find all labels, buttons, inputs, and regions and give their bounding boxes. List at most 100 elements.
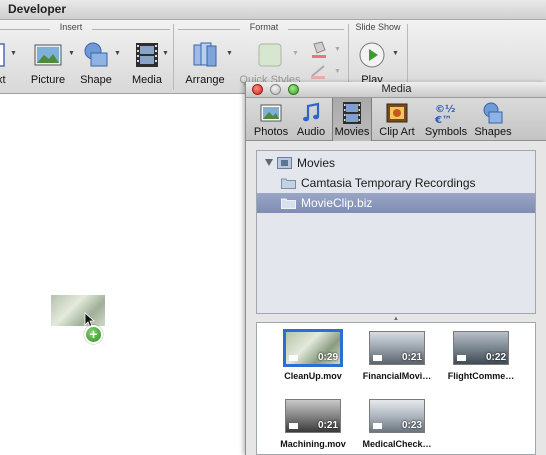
folder-icon bbox=[281, 198, 296, 209]
movie-tile-flight[interactable]: 0:22 FlightComme… bbox=[439, 327, 523, 393]
video-camera-icon bbox=[373, 355, 382, 361]
movie-name: CleanUp.mov bbox=[284, 371, 342, 381]
arrange-label: Arrange bbox=[185, 74, 225, 86]
chevron-down-icon[interactable]: ▼ bbox=[392, 50, 399, 57]
video-camera-icon bbox=[289, 355, 298, 361]
movie-name: MedicalCheck… bbox=[362, 439, 432, 449]
tab-audio[interactable]: Audio bbox=[292, 98, 330, 141]
movie-name: FinancialMovi… bbox=[362, 371, 432, 381]
movie-name: Machining.mov bbox=[280, 439, 346, 449]
tab-clip-art-label: Clip Art bbox=[379, 126, 415, 138]
tree-item-movieclip-biz[interactable]: MovieClip.biz bbox=[257, 193, 535, 213]
symbols-icon: ©½ €™ bbox=[434, 104, 455, 125]
tab-shapes-label: Shapes bbox=[474, 126, 512, 138]
picture-button[interactable]: Picture bbox=[26, 40, 70, 92]
media-button[interactable]: Media bbox=[124, 40, 170, 92]
movie-tile-financial[interactable]: 0:21 FinancialMovi… bbox=[355, 327, 439, 393]
photos-icon bbox=[260, 104, 282, 122]
tab-movies[interactable]: Movies bbox=[332, 98, 372, 141]
folder-icon bbox=[281, 178, 296, 189]
tree-item-movies-root[interactable]: Movies bbox=[257, 153, 535, 173]
play-icon bbox=[359, 42, 385, 68]
group-separator bbox=[173, 24, 174, 90]
media-label: Media bbox=[132, 74, 162, 86]
tab-photos-label: Photos bbox=[253, 126, 289, 138]
clip-art-icon bbox=[386, 103, 408, 123]
chevron-down-icon[interactable]: ▼ bbox=[334, 46, 341, 53]
quick-styles-icon bbox=[258, 43, 282, 67]
film-strip-icon bbox=[136, 43, 158, 67]
tab-symbols[interactable]: ©½ €™ Symbols bbox=[422, 98, 470, 141]
movie-thumbnail[interactable]: 0:23 bbox=[369, 399, 425, 433]
chevron-down-icon[interactable]: ▼ bbox=[334, 68, 341, 75]
movie-duration: 0:21 bbox=[317, 420, 338, 431]
movie-duration: 0:21 bbox=[401, 352, 422, 363]
arrange-icon bbox=[193, 42, 217, 67]
arrange-button[interactable]: Arrange bbox=[180, 40, 230, 92]
group-divider bbox=[0, 29, 50, 30]
picture-icon bbox=[34, 44, 62, 66]
music-note-icon bbox=[303, 102, 320, 122]
video-camera-icon bbox=[289, 423, 298, 429]
movie-tile-machining[interactable]: 0:21 Machining.mov bbox=[271, 395, 355, 455]
movie-thumbnail[interactable]: 0:29 bbox=[283, 329, 343, 367]
media-browser-panel: Media Photos Audio Movies Clip Art ©½ €™… bbox=[245, 82, 546, 455]
text-box-button[interactable]: xt bbox=[0, 40, 14, 92]
movies-grid[interactable]: 0:29 CleanUp.mov 0:21 FinancialMovi… 0:2… bbox=[256, 322, 536, 455]
tab-shapes[interactable]: Shapes bbox=[472, 98, 514, 141]
chevron-down-icon[interactable]: ▼ bbox=[162, 50, 169, 57]
group-title-slideshow: Slide Show bbox=[355, 22, 401, 32]
shape-button[interactable]: Shape bbox=[76, 40, 116, 92]
video-camera-icon bbox=[373, 423, 382, 429]
fill-bucket-icon[interactable] bbox=[308, 38, 330, 60]
slide-canvas[interactable]: + bbox=[0, 95, 246, 455]
group-divider bbox=[288, 29, 344, 30]
resize-handle[interactable]: ▲ bbox=[393, 316, 399, 322]
panel-titlebar[interactable]: Media bbox=[246, 82, 546, 98]
group-divider bbox=[92, 29, 170, 30]
movie-thumbnail[interactable]: 0:21 bbox=[369, 331, 425, 365]
group-separator bbox=[407, 24, 408, 90]
chevron-down-icon[interactable]: ▼ bbox=[114, 50, 121, 57]
tree-item-camtasia[interactable]: Camtasia Temporary Recordings bbox=[257, 173, 535, 193]
tab-clip-art[interactable]: Clip Art bbox=[374, 98, 420, 141]
chevron-down-icon[interactable]: ▼ bbox=[226, 50, 233, 57]
disclosure-triangle-icon[interactable] bbox=[265, 159, 273, 166]
tab-movies-label: Movies bbox=[334, 126, 370, 138]
group-title-format: Format bbox=[249, 22, 279, 32]
text-box-label: xt bbox=[0, 74, 6, 86]
dragged-movie-thumbnail[interactable] bbox=[51, 295, 105, 326]
movie-duration: 0:23 bbox=[401, 420, 422, 431]
movie-thumbnail[interactable]: 0:22 bbox=[453, 331, 509, 365]
tab-audio-label: Audio bbox=[296, 126, 326, 138]
movie-tile-cleanup[interactable]: 0:29 CleanUp.mov bbox=[271, 327, 355, 393]
tree-item-label: Camtasia Temporary Recordings bbox=[301, 176, 476, 190]
movie-duration: 0:22 bbox=[485, 352, 506, 363]
tab-developer[interactable]: Developer bbox=[0, 0, 74, 19]
media-tabs-toolbar: Photos Audio Movies Clip Art ©½ €™ Symbo… bbox=[246, 98, 546, 141]
film-strip-icon bbox=[343, 102, 361, 124]
tab-photos[interactable]: Photos bbox=[252, 98, 290, 141]
svg-text:©½: ©½ bbox=[435, 104, 455, 115]
chevron-down-icon[interactable]: ▼ bbox=[68, 50, 75, 57]
ribbon-tab-bar: Developer bbox=[0, 0, 546, 20]
group-separator bbox=[348, 24, 349, 90]
movie-thumbnail[interactable]: 0:21 bbox=[285, 399, 341, 433]
movie-tile-medical[interactable]: 0:23 MedicalCheck… bbox=[355, 395, 439, 455]
folder-tree[interactable]: Movies Camtasia Temporary Recordings Mov… bbox=[256, 150, 536, 314]
tree-item-label: Movies bbox=[297, 156, 336, 170]
chevron-down-icon[interactable]: ▼ bbox=[292, 50, 299, 57]
picture-label: Picture bbox=[30, 74, 66, 86]
group-divider bbox=[178, 29, 240, 30]
tree-item-label: MovieClip.biz bbox=[301, 196, 373, 210]
movie-name: FlightComme… bbox=[447, 371, 515, 381]
tab-symbols-label: Symbols bbox=[424, 126, 468, 138]
chevron-down-icon[interactable]: ▼ bbox=[10, 50, 17, 57]
shape-label: Shape bbox=[80, 74, 112, 86]
text-box-icon bbox=[0, 43, 5, 67]
shape-icon bbox=[84, 42, 108, 67]
shapes-icon bbox=[483, 102, 503, 124]
film-folder-icon bbox=[277, 157, 292, 169]
line-color-icon[interactable] bbox=[308, 64, 330, 80]
svg-text:€™: €™ bbox=[434, 115, 452, 125]
